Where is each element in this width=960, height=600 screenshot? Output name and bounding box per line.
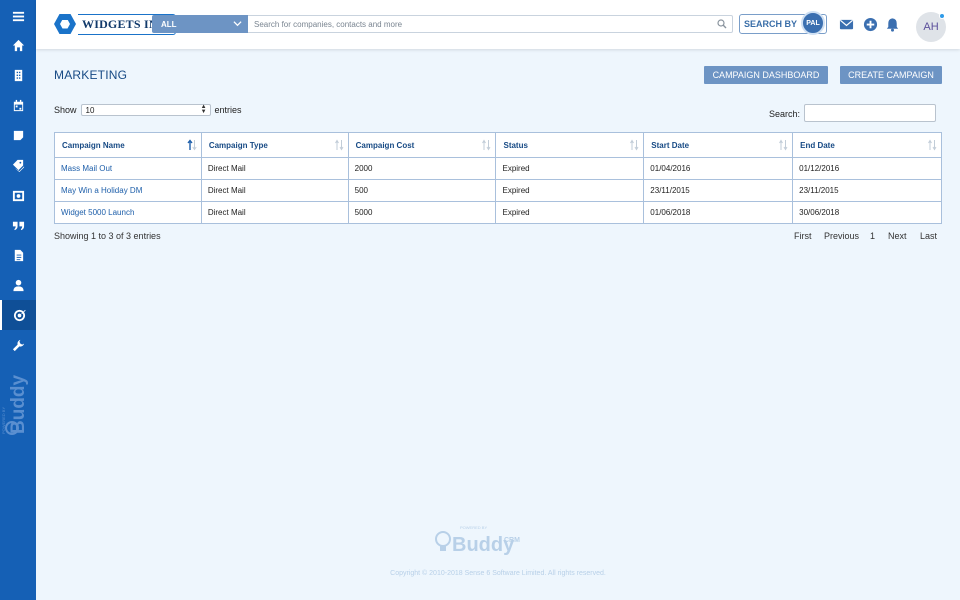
table-row: Widget 5000 Launch Direct Mail 5000 Expi…	[54, 201, 942, 224]
create-campaign-button[interactable]: CREATE CAMPAIGN	[840, 66, 942, 84]
page-title: MARKETING	[54, 68, 128, 82]
status-cell: Expired	[495, 179, 645, 202]
pagination-page-1[interactable]: 1	[870, 231, 875, 241]
search-by-label: SEARCH BY	[744, 19, 798, 29]
hamburger-icon[interactable]	[0, 1, 36, 31]
wrench-icon[interactable]	[0, 330, 36, 360]
online-status-dot	[939, 13, 945, 19]
select-arrows-icon: ▲ ▼	[200, 104, 207, 115]
campaign-cost-cell: 500	[347, 179, 497, 202]
campaigns-table: Campaign Name Campaign Type Campaign Cos…	[54, 132, 942, 224]
search-by-badge[interactable]: PAL	[801, 11, 825, 35]
table-info: Showing 1 to 3 of 3 entries	[54, 231, 161, 241]
search-placeholder: Search for companies, contacts and more	[254, 19, 403, 29]
tag-icon[interactable]	[0, 150, 36, 180]
search-icon[interactable]	[717, 19, 727, 29]
mail-icon[interactable]	[839, 17, 854, 32]
show-label: Show	[54, 105, 77, 115]
campaign-type-cell: Direct Mail	[200, 201, 349, 224]
column-header-campaign-cost[interactable]: Campaign Cost	[347, 132, 497, 158]
target-icon[interactable]	[0, 300, 36, 330]
entries-label: entries	[214, 105, 242, 115]
campaign-name-link[interactable]: May Win a Holiday DM	[54, 179, 202, 202]
table-header-row: Campaign Name Campaign Type Campaign Cos…	[54, 132, 942, 158]
column-header-label: Start Date	[651, 140, 690, 150]
column-header-label: End Date	[800, 140, 835, 150]
buddy-crm-footer-logo: POWERED BY Buddy CRM	[435, 525, 520, 556]
pagination-next[interactable]: Next	[888, 231, 907, 241]
pagination-first[interactable]: First	[794, 231, 812, 241]
page-size-value: 10	[85, 105, 95, 115]
table-search-label: Search:	[769, 109, 801, 119]
calendar-icon[interactable]	[0, 90, 36, 120]
end-date-cell: 01/12/2016	[792, 157, 942, 180]
document-icon[interactable]	[0, 240, 36, 270]
footer-powered-by: POWERED BY	[460, 525, 487, 530]
column-header-label: Campaign Name	[62, 140, 125, 150]
bell-icon[interactable]	[885, 17, 900, 32]
campaign-cost-cell: 2000	[347, 157, 497, 180]
hexagon-logo-icon	[54, 14, 76, 34]
page-size-select[interactable]: 10 ▲ ▼	[80, 104, 211, 116]
column-header-start-date[interactable]: Start Date	[643, 132, 794, 158]
campaign-name-link[interactable]: Mass Mail Out	[54, 157, 202, 180]
buddy-brand-logo: Buddy POWERED BY	[2, 374, 29, 435]
svg-text:Buddy: Buddy	[8, 374, 29, 434]
sort-ascending-icon[interactable]	[187, 139, 197, 151]
pagination-last[interactable]: Last	[920, 231, 937, 241]
column-header-label: Campaign Type	[208, 140, 268, 150]
table-row: Mass Mail Out Direct Mail 2000 Expired 0…	[54, 157, 942, 180]
building-icon[interactable]	[0, 60, 36, 90]
campaign-dashboard-button[interactable]: CAMPAIGN DASHBOARD	[704, 66, 828, 84]
table-search-input[interactable]	[804, 104, 936, 122]
column-header-campaign-name[interactable]: Campaign Name	[54, 132, 202, 158]
page-size-control: Show 10 ▲ ▼ entries	[54, 104, 242, 116]
column-header-label: Status	[503, 140, 528, 150]
note-icon[interactable]	[0, 120, 36, 150]
top-header: WIDGETS INC. ALL Search for companies, c…	[36, 0, 960, 49]
status-cell: Expired	[495, 157, 645, 180]
campaign-type-cell: Direct Mail	[200, 179, 349, 202]
column-header-status[interactable]: Status	[495, 132, 645, 158]
table-row: May Win a Holiday DM Direct Mail 500 Exp…	[54, 179, 942, 202]
sort-icon[interactable]	[334, 139, 344, 151]
quote-icon[interactable]	[0, 210, 36, 240]
campaign-name-link[interactable]: Widget 5000 Launch	[54, 201, 202, 224]
start-date-cell: 01/04/2016	[643, 157, 794, 180]
column-header-campaign-type[interactable]: Campaign Type	[200, 132, 349, 158]
home-icon[interactable]	[0, 30, 36, 60]
campaign-type-cell: Direct Mail	[200, 157, 349, 180]
copyright-text: Copyright © 2010-2018 Sense 6 Software L…	[390, 570, 606, 577]
start-date-cell: 01/06/2018	[643, 201, 794, 224]
campaign-cost-cell: 5000	[347, 201, 497, 224]
search-scope-label: ALL	[161, 19, 177, 29]
search-scope-dropdown[interactable]: ALL	[152, 15, 248, 33]
end-date-cell: 23/11/2015	[792, 179, 942, 202]
pagination-previous[interactable]: Previous	[824, 231, 859, 241]
sidebar: Buddy POWERED BY	[0, 0, 36, 600]
sort-icon[interactable]	[481, 139, 491, 151]
person-icon[interactable]	[0, 270, 36, 300]
global-search-input[interactable]: Search for companies, contacts and more	[248, 15, 733, 33]
sort-icon[interactable]	[927, 139, 937, 151]
footer-brand-suffix: CRM	[504, 537, 520, 544]
chevron-down-icon	[233, 21, 242, 27]
column-header-end-date[interactable]: End Date	[792, 132, 942, 158]
end-date-cell: 30/06/2018	[792, 201, 942, 224]
column-header-label: Campaign Cost	[355, 140, 415, 150]
status-cell: Expired	[495, 201, 645, 224]
sort-icon[interactable]	[629, 139, 639, 151]
add-icon[interactable]	[863, 17, 878, 32]
archive-icon[interactable]	[0, 180, 36, 210]
start-date-cell: 23/11/2015	[643, 179, 794, 202]
sort-icon[interactable]	[778, 139, 788, 151]
